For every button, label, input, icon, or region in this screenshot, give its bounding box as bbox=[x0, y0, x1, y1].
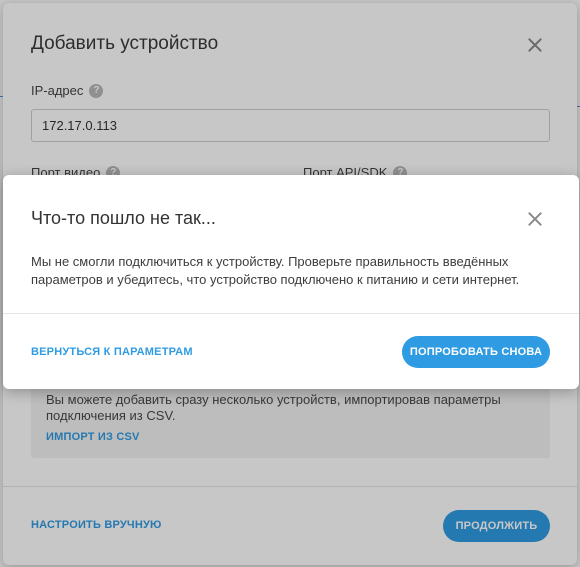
error-dialog: Что-то пошло не так... Мы не смогли подк… bbox=[3, 175, 579, 389]
retry-button[interactable]: ПОПРОБОВАТЬ СНОВА bbox=[402, 336, 550, 368]
back-to-parameters-link[interactable]: ВЕРНУТЬСЯ К ПАРАМЕТРАМ bbox=[31, 346, 193, 358]
error-divider bbox=[3, 313, 579, 314]
error-message: Мы не смогли подключиться к устройству. … bbox=[31, 254, 520, 287]
error-title: Что-то пошло не так... bbox=[31, 208, 216, 228]
close-icon[interactable] bbox=[526, 210, 544, 228]
